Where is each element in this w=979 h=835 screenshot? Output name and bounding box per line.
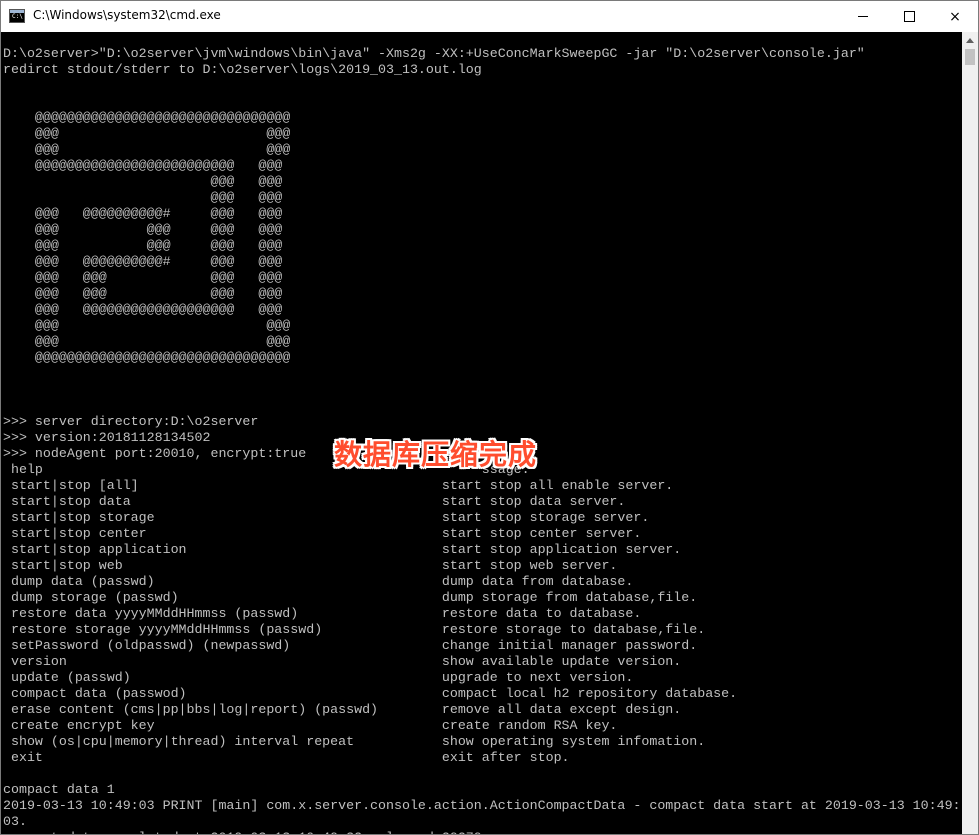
console-line: show (os|cpu|memory|thread) interval rep… xyxy=(3,734,706,749)
console-line: @@@ @@@ xyxy=(3,318,291,333)
maximize-button[interactable] xyxy=(886,1,932,32)
console-line: @@@ @@@ @@@ @@@ xyxy=(3,286,283,301)
console-line: redirct stdout/stderr to D:\o2server\log… xyxy=(3,62,482,77)
cmd-window: C:\ C:\Windows\system32\cmd.exe × D:\o2s… xyxy=(0,0,979,835)
console-line: >>> version:20181128134502 xyxy=(3,430,211,445)
scroll-up-arrow-icon[interactable] xyxy=(962,32,978,48)
console-line: update (passwd) upgrade to next version. xyxy=(3,670,634,685)
console-line: @@@@@@@@@@@@@@@@@@@@@@@@@ @@@ xyxy=(3,158,283,173)
console-line: 03. xyxy=(3,814,27,829)
window-title: C:\Windows\system32\cmd.exe xyxy=(33,8,221,22)
console-line: compact data (passwod) compact local h2 … xyxy=(3,686,738,701)
console-line: @@@ @@@@@@@@@@# @@@ @@@ xyxy=(3,206,283,221)
console-line: exit exit after stop. xyxy=(3,750,570,765)
close-icon: × xyxy=(949,8,961,25)
overlay-caption: 数据库压缩完成 xyxy=(334,438,538,471)
console-line: @@@ @@@@@@@@@@# @@@ @@@ xyxy=(3,254,283,269)
console-line: start|stop data start stop data server. xyxy=(3,494,626,509)
console-line: @@@@@@@@@@@@@@@@@@@@@@@@@@@@@@@@ xyxy=(3,350,291,365)
console-line: restore data yyyyMMddHHmmss (passwd) res… xyxy=(3,606,642,621)
console-line: start|stop center start stop center serv… xyxy=(3,526,642,541)
console-line: @@@ @@@ xyxy=(3,174,283,189)
maximize-icon xyxy=(903,11,915,22)
minimize-icon xyxy=(858,16,868,17)
console-line: @@@ @@@ xyxy=(3,142,291,157)
console-line: @@@ @@@@@@@@@@@@@@@@@@@ @@@ xyxy=(3,302,283,317)
console-line: erase content (cms|pp|bbs|log|report) (p… xyxy=(3,702,682,717)
vertical-scrollbar[interactable] xyxy=(962,32,978,834)
console-line: setPassword (oldpasswd) (newpasswd) chan… xyxy=(3,638,698,653)
console-line: >>> server directory:D:\o2server xyxy=(3,414,259,429)
console-output[interactable]: D:\o2server>"D:\o2server\jvm\windows\bin… xyxy=(1,32,962,834)
console-line: create encrypt key create random RSA key… xyxy=(3,718,618,733)
console-line: >>> nodeAgent port:20010, encrypt:true xyxy=(3,446,307,461)
console-line: @@@ @@@ @@@ @@@ xyxy=(3,222,283,237)
close-button[interactable]: × xyxy=(932,1,978,32)
console-line: version show available update version. xyxy=(3,654,682,669)
console-line: @@@ @@@ xyxy=(3,190,283,205)
console-line: @@@ @@@ xyxy=(3,334,291,349)
console-line: @@@ @@@ @@@ @@@ xyxy=(3,238,283,253)
console-line: start|stop web start stop web server. xyxy=(3,558,618,573)
console-line: start|stop application start stop applic… xyxy=(3,542,682,557)
console-line: compact data completed at 2019-03-13 10:… xyxy=(3,830,506,834)
console-line: dump storage (passwd) dump storage from … xyxy=(3,590,698,605)
console-line: restore storage yyyyMMddHHmmss (passwd) … xyxy=(3,622,706,637)
console-line: @@@@@@@@@@@@@@@@@@@@@@@@@@@@@@@@ xyxy=(3,110,291,125)
console-line: @@@ @@@ @@@ @@@ xyxy=(3,270,283,285)
console-line: compact data 1 xyxy=(3,782,115,797)
title-bar[interactable]: C:\ C:\Windows\system32\cmd.exe × xyxy=(1,1,978,32)
cmd-icon[interactable]: C:\ xyxy=(9,9,25,23)
console-line: start|stop [all] start stop all enable s… xyxy=(3,478,674,493)
console-line: 2019-03-13 10:49:03 PRINT [main] com.x.s… xyxy=(3,798,961,813)
console-line: dump data (passwd) dump data from databa… xyxy=(3,574,634,589)
console-line: @@@ @@@ xyxy=(3,126,291,141)
console-line: D:\o2server>"D:\o2server\jvm\windows\bin… xyxy=(3,46,865,61)
minimize-button[interactable] xyxy=(840,1,886,32)
console-line: start|stop storage start stop storage se… xyxy=(3,510,650,525)
scroll-thumb[interactable] xyxy=(965,49,975,65)
